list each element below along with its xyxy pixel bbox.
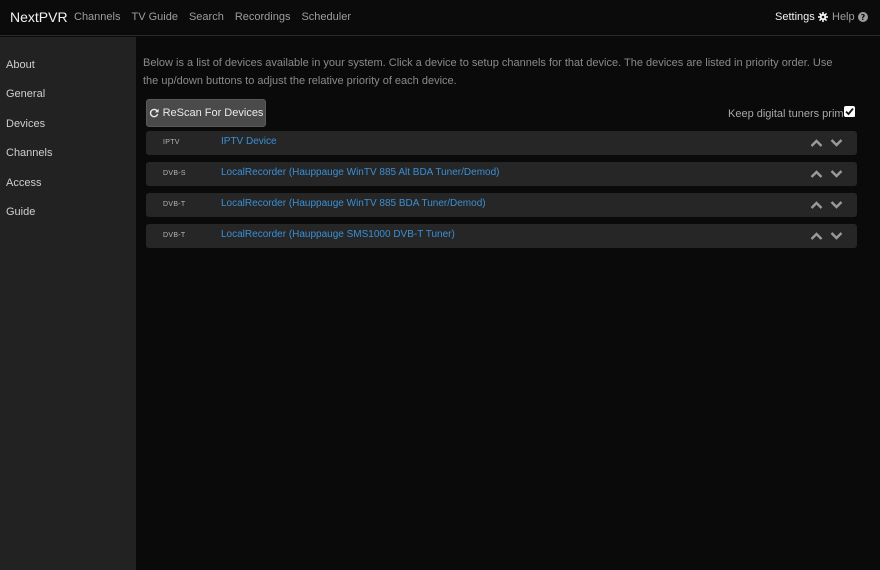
help-label: Help [832, 11, 855, 23]
settings-sidebar: About General Devices Channels Access Gu… [0, 37, 136, 570]
device-link[interactable]: LocalRecorder (Hauppauge SMS1000 DVB-T T… [221, 229, 455, 240]
devices-panel: Below is a list of devices available in … [136, 37, 880, 570]
rescan-button[interactable]: ReScan For Devices [146, 99, 266, 127]
chevron-up-icon[interactable] [810, 138, 823, 148]
keep-primed-label: Keep digital tuners primed [728, 108, 856, 120]
sidebar-item-about[interactable]: About [6, 59, 35, 71]
sidebar-item-access[interactable]: Access [6, 177, 41, 189]
device-row: DVB-T LocalRecorder (Hauppauge SMS1000 D… [146, 224, 857, 248]
device-link[interactable]: LocalRecorder (Hauppauge WinTV 885 BDA T… [221, 198, 486, 209]
settings-menu[interactable]: Settings [775, 11, 828, 23]
chevron-up-icon[interactable] [810, 231, 823, 241]
nav-channels[interactable]: Channels [74, 11, 120, 23]
chevron-down-icon[interactable] [830, 138, 843, 148]
main-nav: Channels TV Guide Search Recordings Sche… [74, 11, 351, 23]
chevron-up-icon[interactable] [810, 169, 823, 179]
refresh-icon [149, 108, 159, 118]
chevron-up-icon[interactable] [810, 200, 823, 210]
sidebar-item-general[interactable]: General [6, 88, 45, 100]
brand-logo[interactable]: NextPVR [10, 9, 68, 25]
chevron-down-icon[interactable] [830, 231, 843, 241]
top-navbar: NextPVR Channels TV Guide Search Recordi… [0, 0, 880, 36]
nav-scheduler[interactable]: Scheduler [301, 11, 351, 23]
sidebar-item-channels[interactable]: Channels [6, 147, 52, 159]
nav-search[interactable]: Search [189, 11, 224, 23]
nav-recordings[interactable]: Recordings [235, 11, 291, 23]
svg-text:?: ? [860, 13, 865, 22]
rescan-label: ReScan For Devices [162, 107, 264, 119]
help-menu[interactable]: Help ? [832, 11, 868, 23]
device-row: DVB-T LocalRecorder (Hauppauge WinTV 885… [146, 193, 857, 217]
sidebar-item-devices[interactable]: Devices [6, 118, 45, 130]
device-row: DVB-S LocalRecorder (Hauppauge WinTV 885… [146, 162, 857, 186]
device-link[interactable]: IPTV Device [221, 136, 277, 147]
keep-primed-checkbox[interactable] [844, 106, 855, 117]
devices-intro-text: Below is a list of devices available in … [143, 57, 833, 87]
sidebar-item-guide[interactable]: Guide [6, 206, 35, 218]
question-circle-icon: ? [857, 12, 868, 22]
device-link[interactable]: LocalRecorder (Hauppauge WinTV 885 Alt B… [221, 167, 499, 178]
device-type: IPTV [163, 139, 180, 146]
device-row: IPTV IPTV Device [146, 131, 857, 155]
nav-tv-guide[interactable]: TV Guide [131, 11, 177, 23]
gear-icon [817, 12, 828, 22]
checkmark-icon [845, 108, 854, 116]
chevron-down-icon[interactable] [830, 169, 843, 179]
device-type: DVB-T [163, 201, 186, 208]
device-type: DVB-S [163, 170, 186, 177]
settings-label: Settings [775, 11, 815, 23]
chevron-down-icon[interactable] [830, 200, 843, 210]
device-type: DVB-T [163, 232, 186, 239]
